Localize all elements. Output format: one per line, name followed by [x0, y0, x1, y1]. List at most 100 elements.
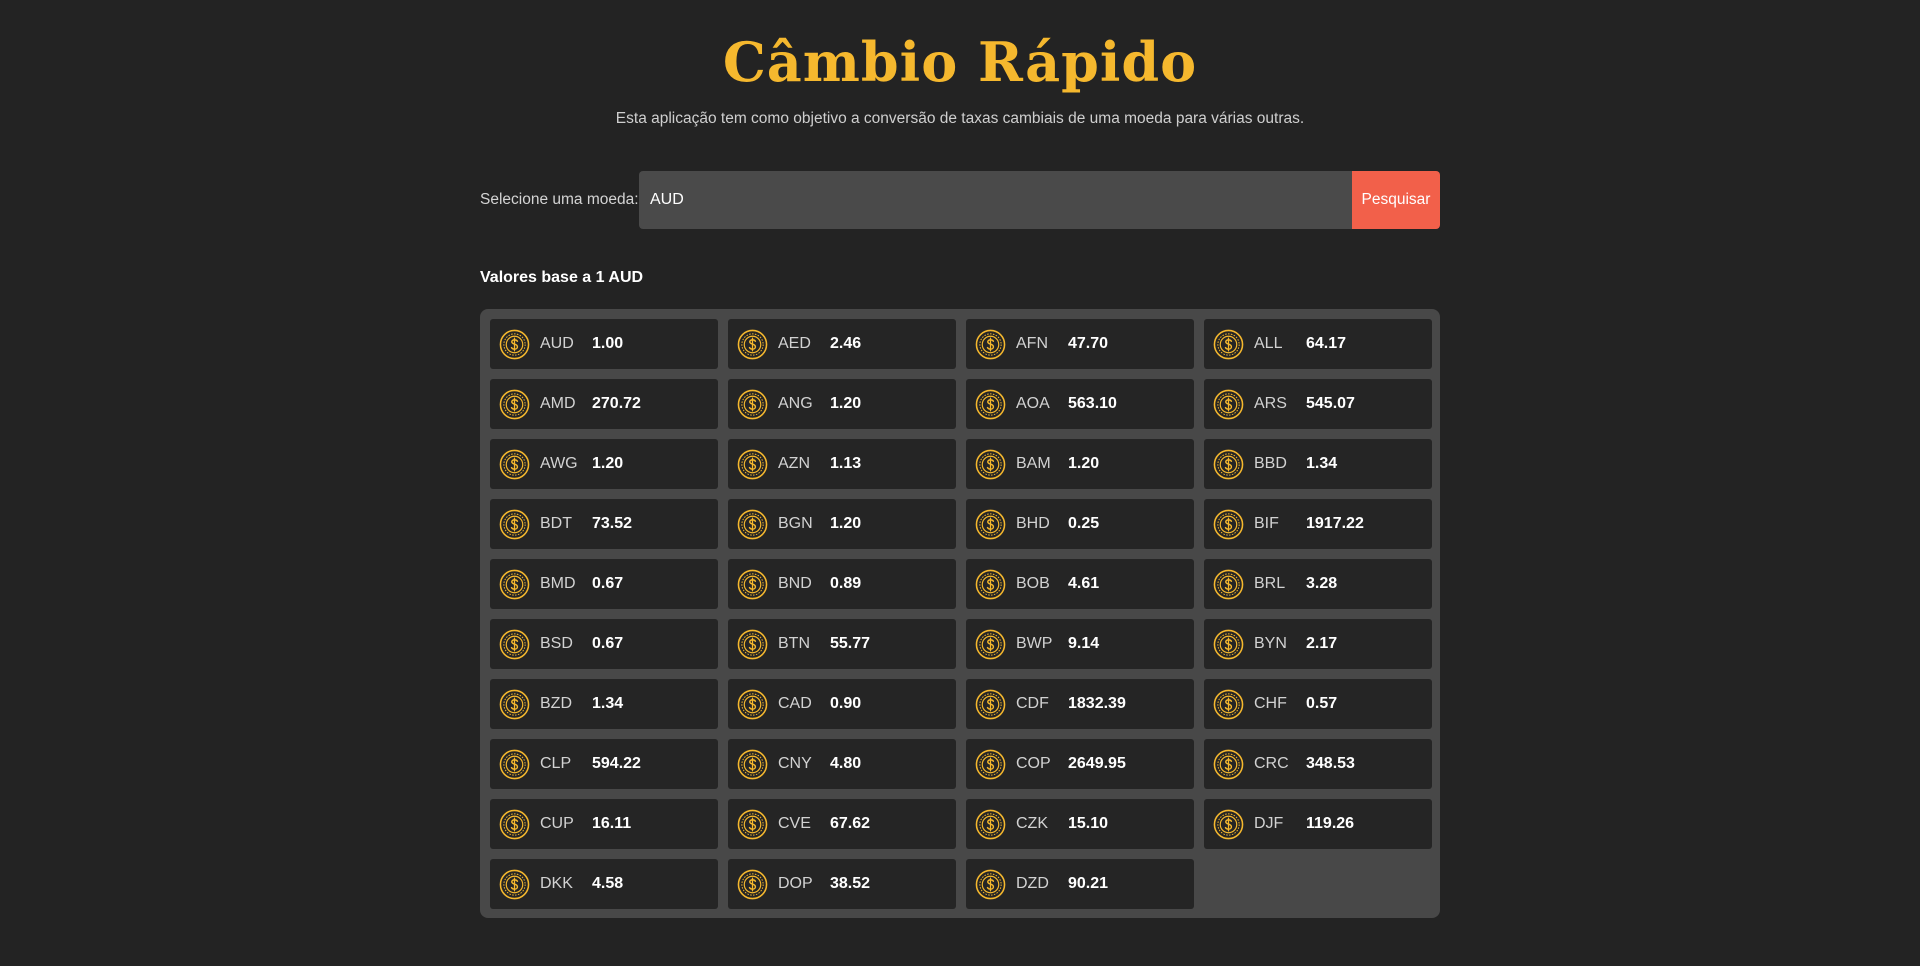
currency-rate: 9.14 [1068, 635, 1100, 652]
currency-code: ANG [778, 395, 813, 412]
currency-rate: 2.17 [1306, 635, 1338, 652]
currency-code: AOA [1016, 395, 1050, 412]
currency-rate: 64.17 [1306, 335, 1347, 352]
currency-rate: 1917.22 [1306, 515, 1364, 532]
dollar-coin-icon [499, 569, 530, 599]
dollar-coin-icon [975, 449, 1006, 479]
currency-code: AWG [540, 455, 578, 472]
currency-rate: 1.20 [592, 455, 624, 472]
dollar-coin-icon [975, 569, 1006, 599]
dollar-coin-icon [1213, 689, 1244, 719]
rate-card: CRC 348.53 [1204, 739, 1432, 789]
dollar-coin-icon [975, 389, 1006, 419]
dollar-coin-icon [499, 509, 530, 539]
dollar-coin-icon [499, 749, 530, 779]
currency-rate: 1.20 [830, 395, 862, 412]
rate-card: AOA 563.10 [966, 379, 1194, 429]
rate-card: BRL 3.28 [1204, 559, 1432, 609]
dollar-coin-icon [975, 629, 1006, 659]
currency-code: BDT [540, 515, 572, 532]
dollar-coin-icon [1213, 509, 1244, 539]
currency-rate: 67.62 [830, 815, 871, 832]
dollar-coin-icon [499, 869, 530, 899]
currency-code: AED [778, 335, 811, 352]
rate-card: BMD 0.67 [490, 559, 718, 609]
dollar-coin-icon [975, 329, 1006, 359]
dollar-coin-icon [737, 389, 768, 419]
rate-card: CHF 0.57 [1204, 679, 1432, 729]
currency-rate: 2649.95 [1068, 755, 1126, 772]
currency-rate: 119.26 [1306, 815, 1355, 832]
rate-card: BDT 73.52 [490, 499, 718, 549]
currency-select-label: Selecione uma moeda: [480, 191, 639, 208]
rate-card: AZN 1.13 [728, 439, 956, 489]
rate-card: CUP 16.11 [490, 799, 718, 849]
currency-rate: 545.07 [1306, 395, 1355, 412]
rate-card: DZD 90.21 [966, 859, 1194, 909]
currency-code: ALL [1254, 335, 1283, 352]
dollar-coin-icon [1213, 749, 1244, 779]
currency-code: BTN [778, 635, 810, 652]
rate-card: BZD 1.34 [490, 679, 718, 729]
currency-code: ARS [1254, 395, 1287, 412]
currency-code: CDF [1016, 695, 1049, 712]
currency-search-bar: Selecione uma moeda: Pesquisar [480, 171, 1440, 229]
rate-card: AMD 270.72 [490, 379, 718, 429]
currency-input[interactable] [639, 171, 1352, 229]
currency-rate: 0.25 [1068, 515, 1100, 532]
currency-rate: 270.72 [592, 395, 641, 412]
rate-card: BWP 9.14 [966, 619, 1194, 669]
currency-code: BOB [1016, 575, 1050, 592]
currency-code: AFN [1016, 335, 1048, 352]
rate-card: AFN 47.70 [966, 319, 1194, 369]
currency-rate: 0.90 [830, 695, 862, 712]
currency-rate: 1.13 [830, 455, 862, 472]
currency-code: BYN [1254, 635, 1287, 652]
search-button[interactable]: Pesquisar [1352, 171, 1440, 229]
dollar-coin-icon [975, 689, 1006, 719]
rate-card: CLP 594.22 [490, 739, 718, 789]
currency-code: CZK [1016, 815, 1048, 832]
currency-code: BND [778, 575, 812, 592]
results-heading: Valores base a 1 AUD [480, 269, 644, 286]
currency-rate: 47.70 [1068, 335, 1109, 352]
dollar-coin-icon [975, 749, 1006, 779]
dollar-coin-icon [1213, 449, 1244, 479]
currency-code: BGN [778, 515, 813, 532]
currency-code: BSD [540, 635, 573, 652]
dollar-coin-icon [499, 689, 530, 719]
currency-rate: 0.89 [830, 575, 862, 592]
dollar-coin-icon [737, 629, 768, 659]
currency-code: BAM [1016, 455, 1051, 472]
dollar-coin-icon [975, 869, 1006, 899]
rates-grid: AUD 1.00 AED 2.46 AFN 47.70 ALL 64.17 AMD 270.72 A… [480, 309, 1440, 918]
currency-code: DZD [1016, 875, 1049, 892]
dollar-coin-icon [499, 629, 530, 659]
currency-rate: 90.21 [1068, 875, 1109, 892]
currency-rate: 3.28 [1306, 575, 1338, 592]
currency-code: AUD [540, 335, 574, 352]
rate-card: BBD 1.34 [1204, 439, 1432, 489]
rate-card: BIF 1917.22 [1204, 499, 1432, 549]
currency-code: CUP [540, 815, 574, 832]
currency-rate: 0.67 [592, 575, 624, 592]
currency-rate: 55.77 [830, 635, 871, 652]
currency-code: CRC [1254, 755, 1289, 772]
rate-card: AUD 1.00 [490, 319, 718, 369]
dollar-coin-icon [737, 809, 768, 839]
currency-code: BHD [1016, 515, 1050, 532]
rate-card: BYN 2.17 [1204, 619, 1432, 669]
rate-card: CDF 1832.39 [966, 679, 1194, 729]
currency-rate: 1.00 [592, 335, 624, 352]
dollar-coin-icon [499, 809, 530, 839]
currency-rate: 73.52 [592, 515, 633, 532]
rate-card: AED 2.46 [728, 319, 956, 369]
currency-rate: 16.11 [592, 815, 632, 832]
rate-card: BAM 1.20 [966, 439, 1194, 489]
rate-card: BHD 0.25 [966, 499, 1194, 549]
rate-card: CVE 67.62 [728, 799, 956, 849]
currency-rate: 1832.39 [1068, 695, 1126, 712]
currency-code: DKK [540, 875, 573, 892]
currency-rate: 1.20 [1068, 455, 1100, 472]
currency-rate: 4.58 [592, 875, 624, 892]
